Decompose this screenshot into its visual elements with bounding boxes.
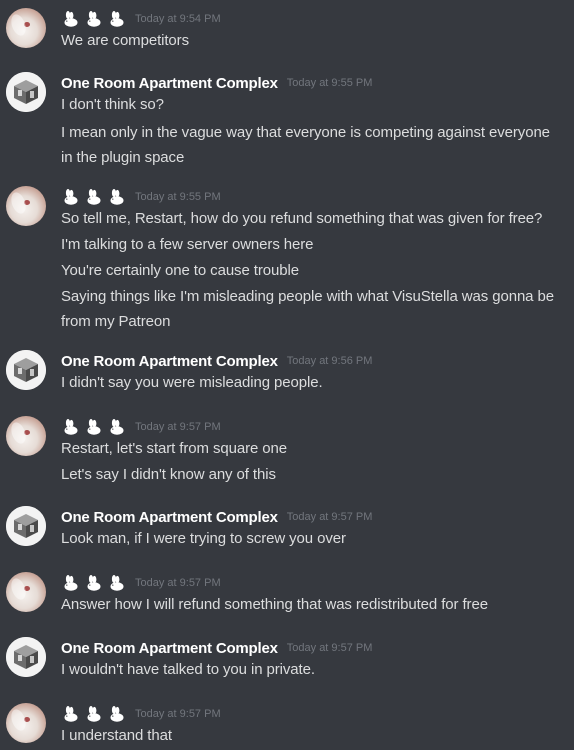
rabbit-icon [87,10,101,27]
username-rabbits[interactable] [61,705,126,723]
message-text: We are competitors [61,32,189,49]
message-text: Answer how I will refund something that … [61,596,488,613]
avatar[interactable] [6,506,46,546]
message-header: One Room Apartment Complex Today at 9:57… [61,506,372,528]
username[interactable]: One Room Apartment Complex [61,640,278,657]
timestamp: Today at 9:57 PM [135,708,221,720]
rabbit-icon [110,188,124,205]
message-header: Today at 9:57 PM [61,572,221,594]
timestamp: Today at 9:57 PM [286,511,373,523]
rabbit-icon [64,418,78,435]
username[interactable]: One Room Apartment Complex [61,509,278,526]
message-text: Let's say I didn't know any of this [61,466,276,483]
username[interactable]: One Room Apartment Complex [61,75,278,92]
rabbit-icon [87,188,101,205]
message-header: Today at 9:57 PM [61,416,221,438]
avatar[interactable] [6,416,46,456]
rabbit-icon [110,705,124,722]
rabbit-icon [64,574,78,591]
avatar[interactable] [6,703,46,743]
username[interactable]: One Room Apartment Complex [61,353,278,370]
avatar[interactable] [6,72,46,112]
avatar[interactable] [6,637,46,677]
message-text: Restart, let's start from square one [61,440,288,457]
timestamp: Today at 9:55 PM [135,191,221,203]
message-text: I wouldn't have talked to you in private… [61,661,315,678]
timestamp: Today at 9:55 PM [286,77,373,89]
message-text: Saying things like I'm misleading people… [61,288,559,330]
room-icon [6,72,46,112]
message-text: So tell me, Restart, how do you refund s… [61,210,543,227]
timestamp: Today at 9:57 PM [135,421,221,433]
rabbit-icon [64,705,78,722]
avatar[interactable] [6,350,46,390]
username-rabbits[interactable] [61,418,126,436]
timestamp: Today at 9:57 PM [135,577,221,589]
username-rabbits[interactable] [61,188,126,206]
message-header: One Room Apartment Complex Today at 9:55… [61,72,372,94]
rabbit-icon [110,418,124,435]
chat-log: Today at 9:54 PM We are competitors One … [0,0,574,750]
message-text: I don't think so? [61,96,164,113]
rabbit-icon [64,188,78,205]
message-header: Today at 9:55 PM [61,186,221,208]
message-text: I didn't say you were misleading people. [61,374,323,391]
message-text: You're certainly one to cause trouble [61,262,299,279]
message-header: One Room Apartment Complex Today at 9:56… [61,350,372,372]
avatar[interactable] [6,572,46,612]
timestamp: Today at 9:56 PM [286,355,373,367]
avatar[interactable] [6,8,46,48]
message-header: Today at 9:57 PM [61,703,221,725]
message-text: Look man, if I were trying to screw you … [61,530,346,547]
message-text: I mean only in the vague way that everyo… [61,124,555,166]
room-icon [6,350,46,390]
rabbit-icon [87,705,101,722]
message-header: Today at 9:54 PM [61,8,221,30]
message-header: One Room Apartment Complex Today at 9:57… [61,637,372,659]
rabbit-icon [110,574,124,591]
rabbit-icon [64,10,78,27]
username-rabbits[interactable] [61,574,126,592]
rabbit-icon [87,418,101,435]
room-icon [6,506,46,546]
message-text: I understand that [61,727,172,744]
rabbit-icon [110,10,124,27]
timestamp: Today at 9:57 PM [286,642,373,654]
timestamp: Today at 9:54 PM [135,13,221,25]
username-rabbits[interactable] [61,10,126,28]
rabbit-icon [87,574,101,591]
message-text: I'm talking to a few server owners here [61,236,314,253]
room-icon [6,637,46,677]
avatar[interactable] [6,186,46,226]
